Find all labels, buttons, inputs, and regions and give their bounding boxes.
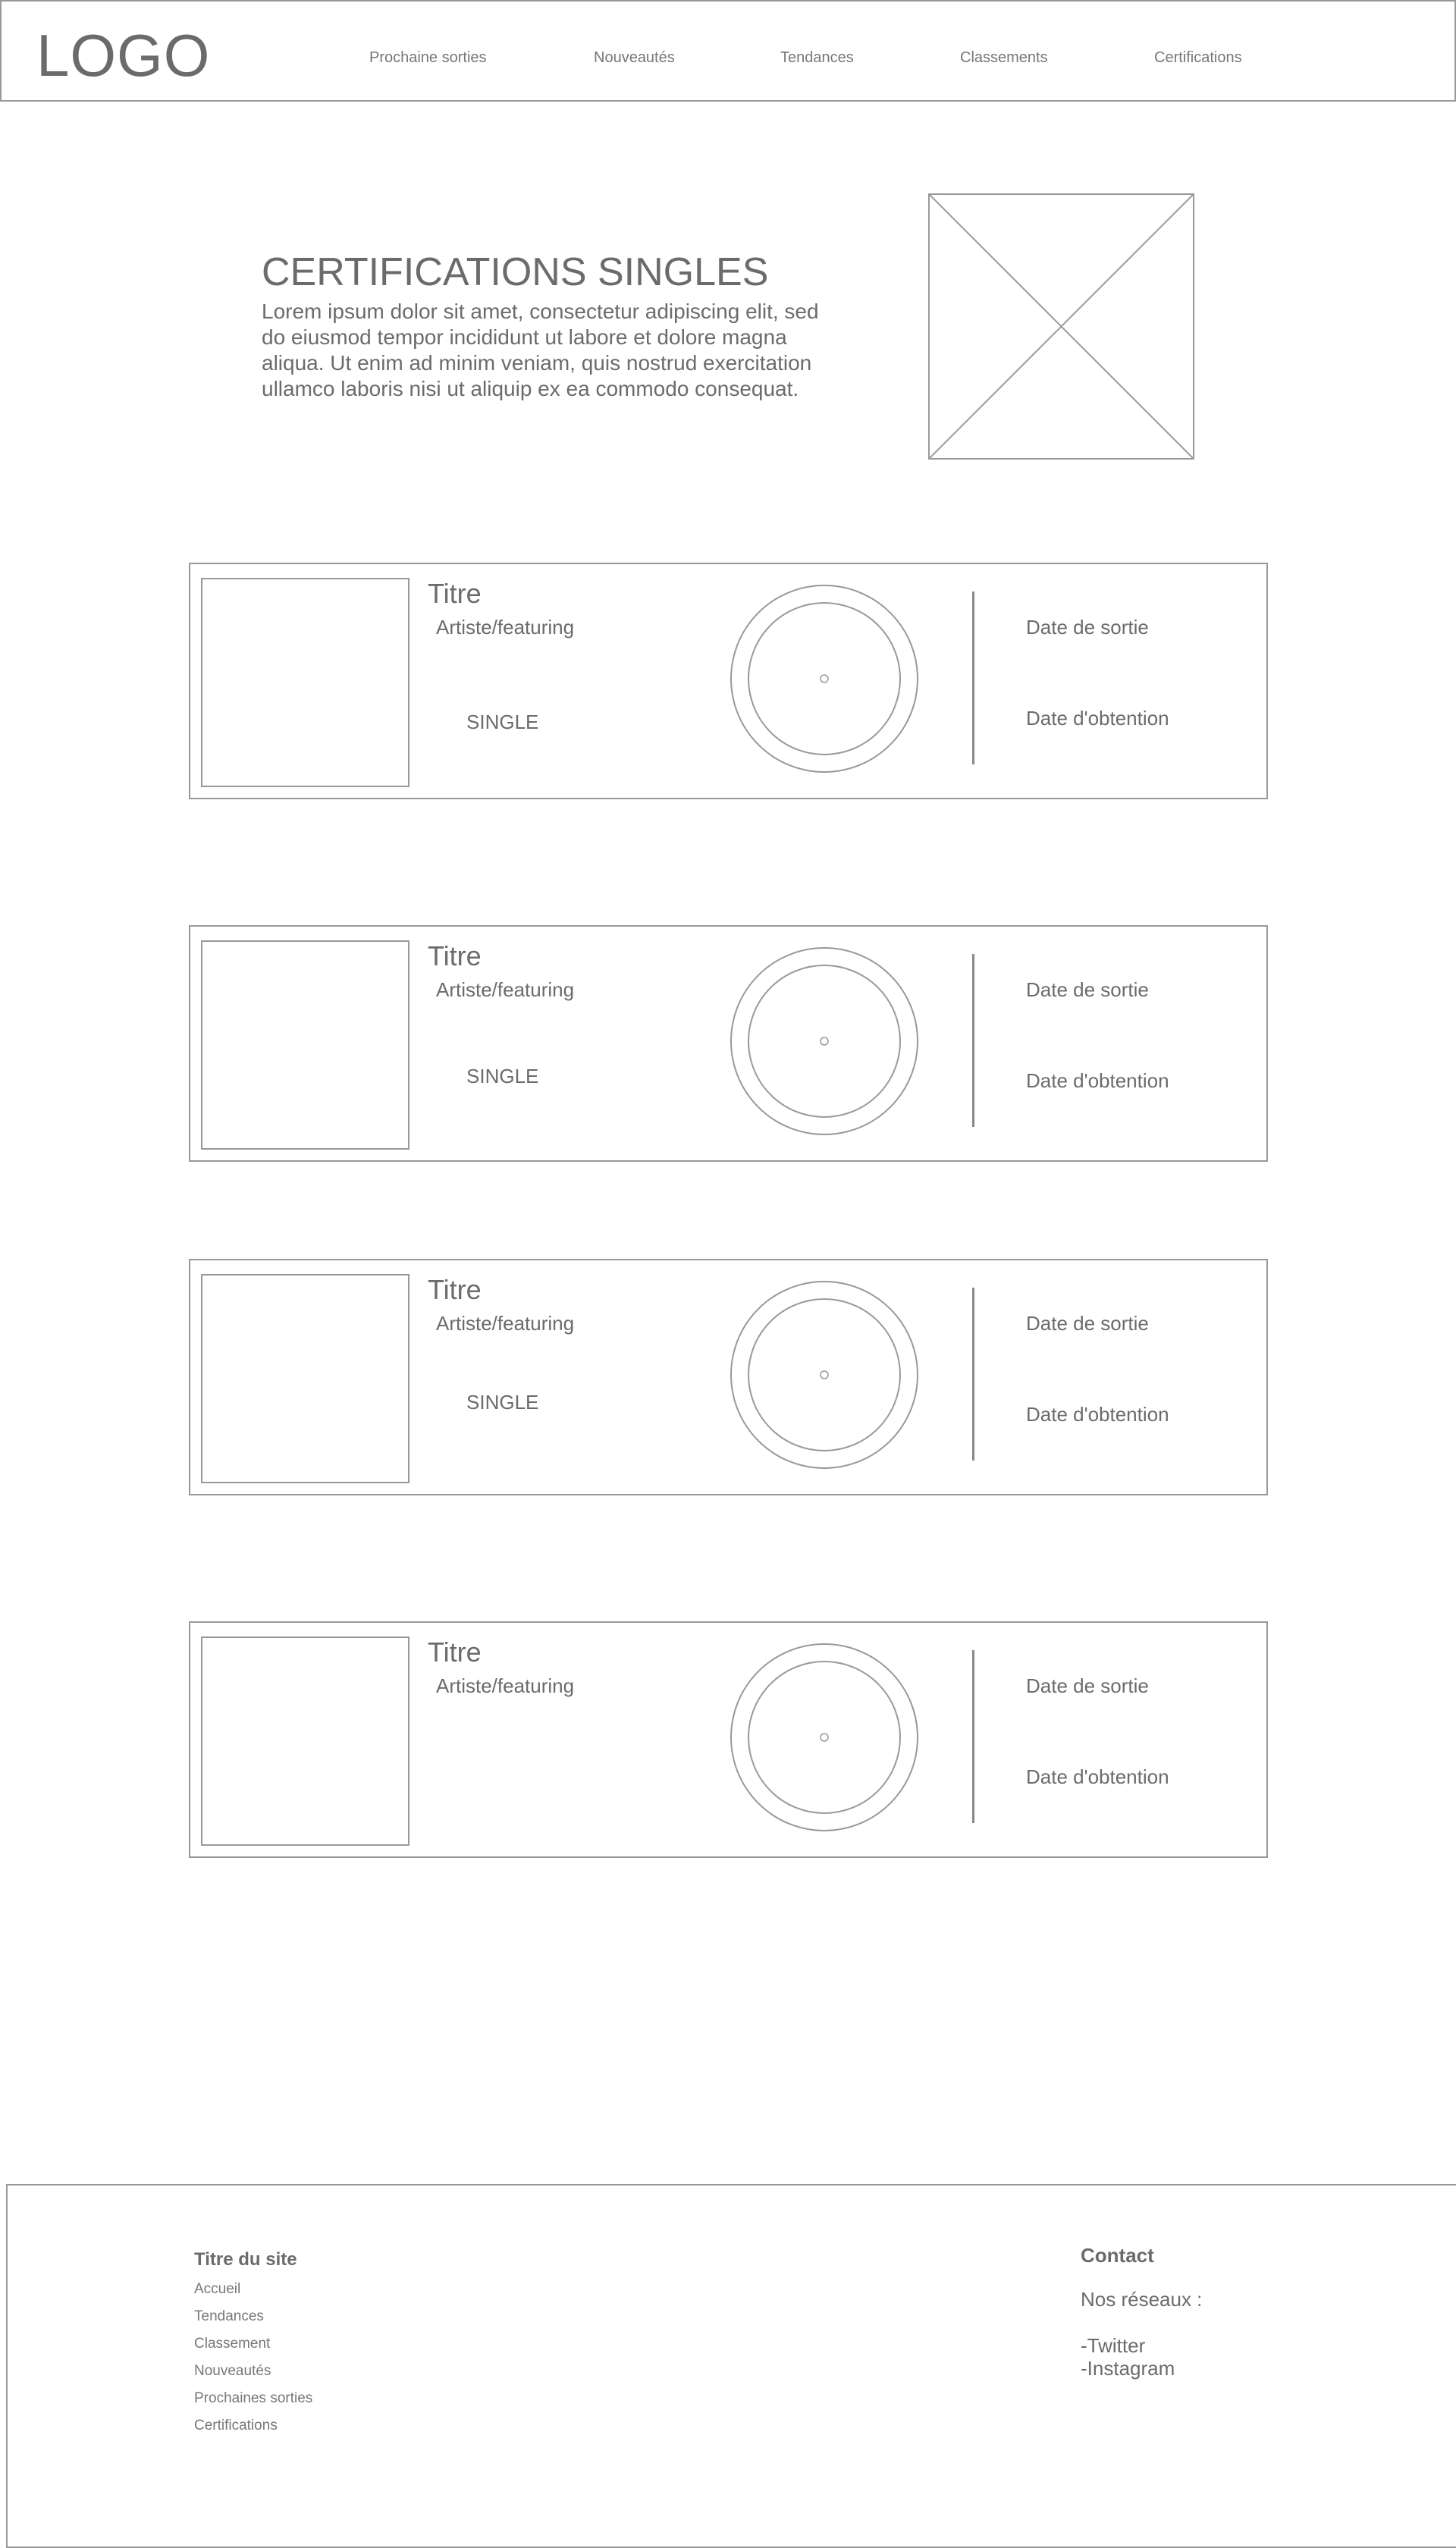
release-date-label: Date de sortie	[1026, 1312, 1149, 1335]
image-placeholder-icon	[930, 195, 1193, 458]
cover-image	[201, 1274, 410, 1483]
certification-date-label: Date d'obtention	[1026, 707, 1169, 730]
certification-date-label: Date d'obtention	[1026, 1403, 1169, 1426]
certification-date-label: Date d'obtention	[1026, 1765, 1169, 1788]
footer-networks-label: Nos réseaux :	[1081, 2288, 1203, 2311]
footer-link-classement[interactable]: Classement	[194, 2336, 270, 2352]
footer-link-instagram[interactable]: -Instagram	[1081, 2357, 1175, 2380]
certification-card[interactable]: Titre Artiste/featuring SINGLE Date de s…	[189, 925, 1268, 1162]
certification-date-label: Date d'obtention	[1026, 1069, 1169, 1092]
cover-image	[201, 578, 410, 787]
release-type: SINGLE	[466, 1065, 539, 1087]
footer-link-accueil[interactable]: Accueil	[194, 2281, 240, 2298]
nav-item-certifications[interactable]: Certifications	[1154, 49, 1242, 67]
footer-link-twitter[interactable]: -Twitter	[1081, 2334, 1145, 2357]
cover-image	[201, 1636, 410, 1846]
certification-disc-icon	[730, 585, 918, 773]
logo[interactable]: LOGO	[36, 21, 210, 89]
divider	[972, 592, 974, 764]
footer-link-prochaines-sorties[interactable]: Prochaines sorties	[194, 2390, 312, 2407]
footer-link-certifications[interactable]: Certifications	[194, 2418, 278, 2434]
single-title: Titre	[428, 940, 482, 971]
certification-disc-icon	[730, 1643, 918, 1831]
hero-image-placeholder	[928, 193, 1194, 460]
divider	[972, 1650, 974, 1823]
certification-disc-icon	[730, 947, 918, 1135]
artist-name: Artiste/featuring	[436, 1674, 575, 1697]
release-date-label: Date de sortie	[1026, 978, 1149, 1001]
divider	[972, 1288, 974, 1461]
page-title: CERTIFICATIONS SINGLES	[262, 250, 769, 294]
certification-disc-icon	[730, 1281, 918, 1469]
release-date-label: Date de sortie	[1026, 1674, 1149, 1697]
divider	[972, 954, 974, 1127]
artist-name: Artiste/featuring	[436, 978, 575, 1001]
release-date-label: Date de sortie	[1026, 616, 1149, 639]
intro-paragraph: Lorem ipsum dolor sit amet, consectetur …	[262, 300, 819, 400]
footer-site-title: Titre du site	[194, 2249, 297, 2270]
single-title: Titre	[428, 1636, 482, 1668]
certification-card[interactable]: Titre Artiste/featuring SINGLE Date de s…	[189, 563, 1268, 799]
footer-link-tendances[interactable]: Tendances	[194, 2308, 264, 2325]
nav-item-classements[interactable]: Classements	[960, 49, 1048, 67]
cover-image	[201, 940, 410, 1150]
artist-name: Artiste/featuring	[436, 1312, 575, 1335]
single-title: Titre	[428, 1274, 482, 1305]
release-type: SINGLE	[466, 1391, 539, 1414]
nav-item-nouveautes[interactable]: Nouveautés	[594, 49, 675, 67]
footer-link-nouveautes[interactable]: Nouveautés	[194, 2363, 271, 2380]
artist-name: Artiste/featuring	[436, 616, 575, 639]
release-type: SINGLE	[466, 711, 539, 733]
certification-card[interactable]: Titre Artiste/featuring SINGLE Date de s…	[189, 1259, 1268, 1495]
nav-item-prochaine-sorties[interactable]: Prochaine sorties	[369, 49, 487, 67]
footer-contact-heading: Contact	[1081, 2244, 1154, 2267]
certification-card[interactable]: Titre Artiste/featuring Date de sortie D…	[189, 1621, 1268, 1858]
nav-item-tendances[interactable]: Tendances	[780, 49, 854, 67]
single-title: Titre	[428, 578, 482, 609]
